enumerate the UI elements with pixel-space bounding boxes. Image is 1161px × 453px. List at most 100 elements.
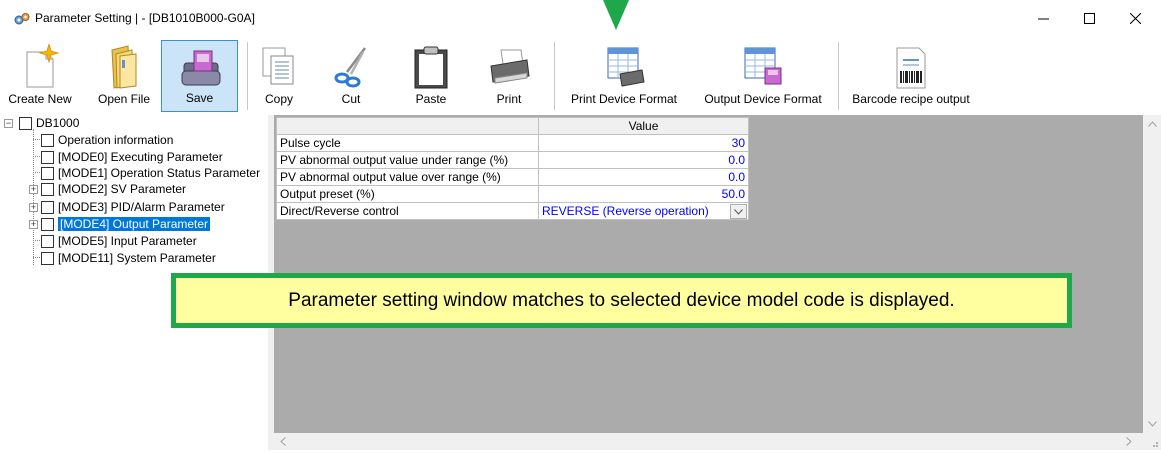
scissors-icon — [334, 47, 366, 88]
expand-toggle[interactable]: + — [29, 185, 38, 194]
cut-label: Cut — [341, 92, 361, 106]
tree-line — [33, 139, 40, 140]
cut-button[interactable]: Cut — [326, 40, 376, 112]
tree-item-label-selected: [MODE4] Output Parameter — [58, 217, 211, 231]
table-row: PV abnormal output value over range (%) … — [276, 168, 749, 186]
table-row: Direct/Reverse control REVERSE (Reverse … — [276, 202, 749, 220]
parameter-value[interactable]: 0.0 — [538, 168, 749, 186]
barcode-icon — [896, 47, 926, 89]
create-new-label: Create New — [8, 92, 72, 106]
tree-item-label: [MODE5] Input Parameter — [58, 234, 197, 248]
parameter-value[interactable]: 0.0 — [538, 151, 749, 169]
gears-icon — [14, 12, 30, 26]
parameter-name: Pulse cycle — [276, 134, 539, 152]
parameter-value[interactable]: 50.0 — [538, 185, 749, 203]
print-device-format-button[interactable]: Print Device Format — [564, 40, 684, 112]
print-device-format-label: Print Device Format — [570, 92, 678, 106]
parameter-value[interactable]: 30 — [538, 134, 749, 152]
pointer-arrow-annotation — [603, 0, 629, 30]
tree-item-operation-information[interactable]: Operation information — [41, 132, 173, 148]
tree-item-label: [MODE11] System Parameter — [58, 251, 216, 265]
print-button[interactable]: Print — [480, 40, 538, 112]
print-format-icon — [607, 47, 645, 87]
collapse-toggle[interactable]: − — [4, 119, 13, 128]
barcode-recipe-output-button[interactable]: Barcode recipe output — [846, 40, 976, 112]
grid-corner-header — [276, 117, 539, 135]
tree-item-mode0[interactable]: [MODE0] Executing Parameter — [41, 149, 223, 165]
tree-root[interactable]: DB1000 — [19, 115, 79, 131]
tree-root-label: DB1000 — [36, 116, 80, 130]
output-device-format-button[interactable]: Output Device Format — [698, 40, 828, 112]
minimize-button[interactable] — [1020, 0, 1066, 36]
tree-checkbox[interactable] — [41, 133, 54, 147]
value-column-header[interactable]: Value — [538, 117, 749, 135]
tree-item-mode2[interactable]: [MODE2] SV Parameter — [41, 181, 186, 197]
folder-icon — [111, 45, 137, 89]
toolbar-separator — [247, 42, 248, 110]
grid-header-row: Value — [276, 117, 749, 135]
tree-item-label: Operation information — [58, 133, 174, 147]
expand-toggle[interactable]: + — [29, 220, 38, 229]
create-new-button[interactable]: Create New — [8, 40, 72, 112]
tree-checkbox[interactable] — [41, 150, 54, 164]
callout-text: Parameter setting window matches to sele… — [288, 289, 955, 311]
parameter-name: PV abnormal output value over range (%) — [276, 168, 539, 186]
toolbar: Create New Open File Save Copy Cut Paste… — [0, 40, 1161, 112]
parameter-name: PV abnormal output value under range (%) — [276, 151, 539, 169]
output-device-format-label: Output Device Format — [704, 92, 822, 106]
scroll-right-icon[interactable] — [1126, 437, 1132, 449]
tree-item-mode11[interactable]: [MODE11] System Parameter — [41, 250, 216, 266]
toolbar-separator — [554, 42, 555, 110]
parameter-grid: Value Pulse cycle 30 PV abnormal output … — [276, 117, 749, 220]
tree-item-mode1[interactable]: [MODE1] Operation Status Parameter — [41, 165, 260, 181]
tree-checkbox[interactable] — [41, 217, 54, 231]
tree-item-mode4[interactable]: [MODE4] Output Parameter — [41, 216, 211, 232]
open-file-button[interactable]: Open File — [94, 40, 154, 112]
copy-button[interactable]: Copy — [256, 40, 302, 112]
tree-item-label: [MODE0] Executing Parameter — [58, 150, 223, 164]
tree-checkbox[interactable] — [41, 234, 54, 248]
tree-line — [33, 257, 40, 258]
title-bar: Parameter Setting | - [DB1010B000-G0A] — [0, 0, 1161, 36]
chevron-down-icon[interactable] — [730, 204, 747, 219]
tree-checkbox[interactable] — [19, 116, 32, 130]
annotation-callout: Parameter setting window matches to sele… — [171, 273, 1072, 328]
tree-item-mode3[interactable]: [MODE3] PID/Alarm Parameter — [41, 199, 225, 215]
save-button[interactable]: Save — [161, 40, 238, 112]
output-format-icon — [744, 47, 782, 85]
scroll-left-icon[interactable] — [280, 437, 286, 449]
new-document-icon — [26, 44, 60, 88]
tree-line — [33, 129, 34, 265]
tree-line — [33, 172, 40, 173]
tree-line — [33, 240, 40, 241]
close-button[interactable] — [1112, 0, 1158, 36]
tree-checkbox[interactable] — [41, 182, 54, 196]
direct-reverse-dropdown[interactable]: REVERSE (Reverse operation) — [538, 202, 749, 220]
tree-line — [33, 156, 40, 157]
open-file-label: Open File — [97, 92, 151, 106]
printer-icon — [490, 49, 530, 84]
maximize-button[interactable] — [1066, 0, 1112, 36]
expand-toggle[interactable]: + — [29, 203, 38, 212]
tree-item-mode5[interactable]: [MODE5] Input Parameter — [41, 233, 197, 249]
scroll-down-icon[interactable] — [1148, 419, 1157, 430]
scroll-up-icon[interactable] — [1148, 119, 1157, 130]
copy-icon — [262, 47, 294, 85]
paste-button[interactable]: Paste — [406, 40, 456, 112]
tree-checkbox[interactable] — [41, 251, 54, 265]
barcode-recipe-output-label: Barcode recipe output — [852, 92, 970, 106]
print-label: Print — [496, 92, 522, 106]
table-row: Pulse cycle 30 — [276, 134, 749, 152]
resize-grip-icon[interactable] — [1143, 433, 1161, 450]
horizontal-scrollbar[interactable] — [274, 433, 1143, 450]
table-row: Output preset (%) 50.0 — [276, 185, 749, 203]
floppy-disk-icon — [181, 50, 220, 86]
copy-label: Copy — [264, 92, 293, 106]
parameter-name: Output preset (%) — [276, 185, 539, 203]
toolbar-separator — [838, 42, 839, 110]
tree-checkbox[interactable] — [41, 200, 54, 214]
tree-item-label: [MODE3] PID/Alarm Parameter — [58, 200, 225, 214]
clipboard-icon — [414, 46, 448, 89]
tree-checkbox[interactable] — [41, 166, 54, 180]
vertical-scrollbar[interactable] — [1143, 115, 1161, 433]
